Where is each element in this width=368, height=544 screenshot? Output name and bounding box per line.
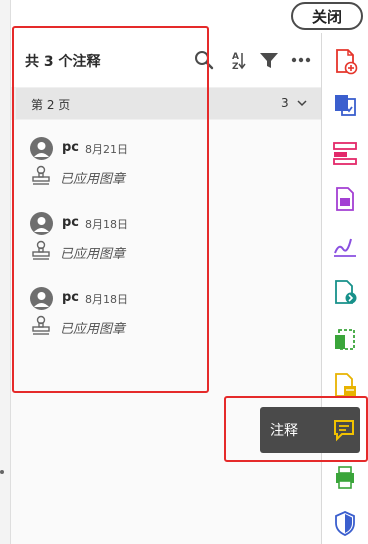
close-button[interactable]: 关闭 — [291, 2, 363, 30]
left-edge-strip — [0, 0, 11, 544]
svg-text:Z: Z — [232, 62, 239, 71]
protect-icon[interactable] — [331, 509, 359, 537]
scan-ocr-icon[interactable] — [331, 325, 359, 353]
svg-text:A: A — [232, 52, 239, 62]
print-production-icon[interactable] — [331, 463, 359, 491]
filter-icon[interactable] — [258, 49, 280, 71]
tools-sidebar — [322, 33, 368, 544]
collapse-handle[interactable] — [0, 470, 4, 474]
combine-files-icon[interactable] — [331, 91, 359, 119]
edit-pdf-icon[interactable] — [331, 185, 359, 213]
organize-pages-icon[interactable] — [331, 139, 359, 167]
highlight-box-comments — [12, 26, 209, 393]
fill-sign-icon[interactable] — [331, 231, 359, 259]
export-pdf-icon[interactable] — [331, 278, 359, 306]
more-icon[interactable] — [290, 49, 312, 71]
sort-az-icon[interactable]: A Z — [227, 49, 249, 71]
comment-icon[interactable] — [331, 371, 359, 399]
page-comment-count: 3 — [281, 96, 289, 110]
create-pdf-icon[interactable] — [331, 47, 359, 75]
chevron-down-icon[interactable] — [296, 97, 308, 109]
highlight-box-comment-tool — [224, 396, 368, 462]
